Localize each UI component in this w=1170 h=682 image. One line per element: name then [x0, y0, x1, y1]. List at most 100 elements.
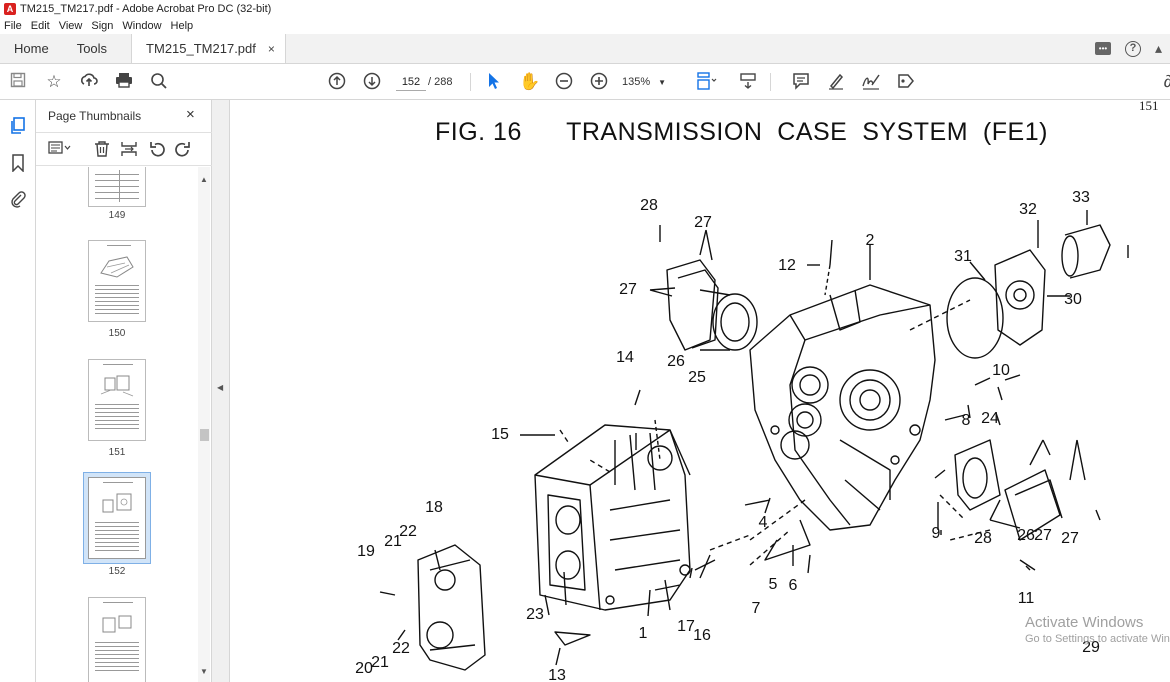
page-thumbnails-panel: Page Thumbnails × 149 150 151 152 ▲ ▼ [36, 100, 212, 682]
menu-edit[interactable]: Edit [31, 20, 50, 32]
menu-bar: File Edit View Sign Window Help [0, 18, 1170, 34]
bookmark-star-icon[interactable]: ☆ [44, 72, 64, 92]
panel-collapse-handle[interactable]: ◀ [212, 100, 230, 682]
acrobat-icon: A [4, 3, 16, 15]
part-callout-28: 28 [640, 197, 658, 214]
page-thumbnail[interactable] [88, 359, 146, 441]
bookmarks-icon[interactable] [9, 154, 27, 173]
menu-view[interactable]: View [59, 20, 83, 32]
part-callout-27: 27 [1034, 527, 1052, 544]
keyboard-scroll-icon[interactable] [738, 72, 758, 95]
previous-page-icon[interactable] [327, 72, 347, 95]
link-icon[interactable]: ∂ [1158, 72, 1170, 92]
thumbnail-page-label: 152 [108, 566, 126, 577]
part-callout-32: 32 [1019, 201, 1037, 218]
attachments-paperclip-icon[interactable] [9, 190, 27, 208]
part-callout-30: 30 [1064, 291, 1082, 308]
search-icon[interactable] [149, 72, 169, 95]
collapse-arrow-icon: ◀ [217, 383, 224, 392]
tab-home[interactable]: Home [0, 34, 63, 63]
thumbnail-list[interactable]: 149 150 151 152 [36, 167, 212, 682]
sign-icon[interactable] [861, 72, 881, 95]
part-callout-10: 10 [992, 362, 1010, 379]
window-title: TM215_TM217.pdf - Adobe Acrobat Pro DC (… [20, 3, 272, 15]
page-total: / 288 [428, 76, 453, 88]
part-callout-27: 27 [619, 281, 637, 298]
help-icon[interactable]: ? [1124, 40, 1141, 57]
part-callout-26: 26 [1017, 527, 1035, 544]
highlight-pen-icon[interactable] [826, 72, 846, 95]
part-callout-25: 25 [688, 369, 706, 386]
fill-sign-icon[interactable] [896, 72, 916, 95]
part-callout-15: 15 [491, 426, 509, 443]
part-callout-11: 11 [1018, 590, 1035, 607]
part-callout-22: 22 [392, 640, 410, 657]
part-callout-33: 33 [1072, 189, 1090, 206]
part-callout-27: 27 [1061, 530, 1079, 547]
tab-tools[interactable]: Tools [63, 34, 121, 63]
thumbnail-scrollbar[interactable]: ▲ ▼ [198, 167, 210, 682]
comment-icon[interactable] [791, 72, 811, 95]
tabs-right-controls: ••• ? ▴ [1094, 34, 1170, 63]
page-thumbnail[interactable] [88, 167, 146, 207]
page-display-icon[interactable] [696, 72, 717, 95]
zoom-level-select[interactable]: 135% ▼ [622, 73, 678, 91]
upload-cloud-icon[interactable] [79, 72, 99, 93]
save-icon[interactable] [8, 72, 28, 93]
select-cursor-icon[interactable] [484, 72, 504, 95]
notification-bell-icon[interactable]: ▴ [1155, 40, 1162, 57]
document-view[interactable]: 151 FIG. 16 TRANSMISSION CASE SYSTEM (FE… [230, 100, 1170, 682]
toolbar-divider [470, 73, 471, 91]
part-callout-14: 14 [616, 349, 634, 366]
part-callout-7: 7 [752, 600, 761, 617]
navigation-rail [0, 100, 36, 682]
thumbnail-toolbar [36, 132, 212, 166]
part-callout-1: 1 [639, 625, 648, 642]
next-page-icon[interactable] [362, 72, 382, 95]
thumbnail-page-label: 149 [108, 210, 126, 221]
menu-sign[interactable]: Sign [91, 20, 113, 32]
part-callout-22: 22 [399, 523, 417, 540]
part-callout-28: 28 [974, 530, 992, 547]
menu-file[interactable]: File [4, 20, 22, 32]
delete-page-icon[interactable] [94, 141, 110, 161]
scroll-down-icon[interactable]: ▼ [200, 667, 208, 676]
hand-tool-icon[interactable]: ✋ [519, 72, 540, 92]
part-callout-12: 12 [778, 257, 796, 274]
tab-document[interactable]: TM215_TM217.pdf × [131, 34, 286, 63]
page-number-input[interactable]: 152 [396, 73, 426, 91]
part-callout-17: 17 [677, 618, 695, 635]
page-thumbnail-selected[interactable] [88, 477, 146, 559]
rotate-counterclockwise-icon[interactable] [148, 141, 166, 161]
options-menu-icon[interactable] [48, 141, 72, 159]
tab-document-label: TM215_TM217.pdf [146, 41, 256, 56]
insert-page-icon[interactable] [120, 141, 138, 161]
thumbnail-page-label: 150 [108, 328, 126, 339]
close-tab-icon[interactable]: × [268, 42, 275, 56]
part-callout-18: 18 [425, 499, 443, 516]
page-thumbnail[interactable] [88, 240, 146, 322]
thumbnail-page-label: 151 [108, 447, 126, 458]
part-callout-24: 24 [981, 410, 999, 427]
menu-help[interactable]: Help [171, 20, 194, 32]
watermark-line-2: Go to Settings to activate Windows. [1025, 633, 1170, 645]
tabs-bar: Home Tools TM215_TM217.pdf × ••• ? ▴ [0, 34, 1170, 64]
page-thumbnails-icon[interactable] [9, 117, 27, 135]
scroll-up-icon[interactable]: ▲ [200, 175, 208, 184]
zoom-out-icon[interactable] [554, 72, 574, 95]
part-callout-6: 6 [789, 577, 798, 594]
rotate-clockwise-icon[interactable] [174, 141, 192, 161]
chat-icon[interactable]: ••• [1094, 42, 1111, 55]
chevron-down-icon: ▼ [658, 78, 667, 87]
zoom-level-value: 135% [622, 76, 651, 88]
page-thumbnail[interactable] [88, 597, 146, 682]
part-callout-27: 27 [694, 214, 712, 231]
print-icon[interactable] [114, 72, 134, 93]
scrollbar-thumb[interactable] [200, 429, 209, 441]
zoom-in-icon[interactable] [589, 72, 609, 95]
close-panel-icon[interactable]: × [186, 106, 195, 123]
menu-window[interactable]: Window [122, 20, 161, 32]
exploded-parts-diagram: 1245 678910111213141516171819202121222223… [355, 189, 1129, 682]
part-callout-9: 9 [932, 525, 941, 542]
title-bar: A TM215_TM217.pdf - Adobe Acrobat Pro DC… [0, 0, 1170, 18]
